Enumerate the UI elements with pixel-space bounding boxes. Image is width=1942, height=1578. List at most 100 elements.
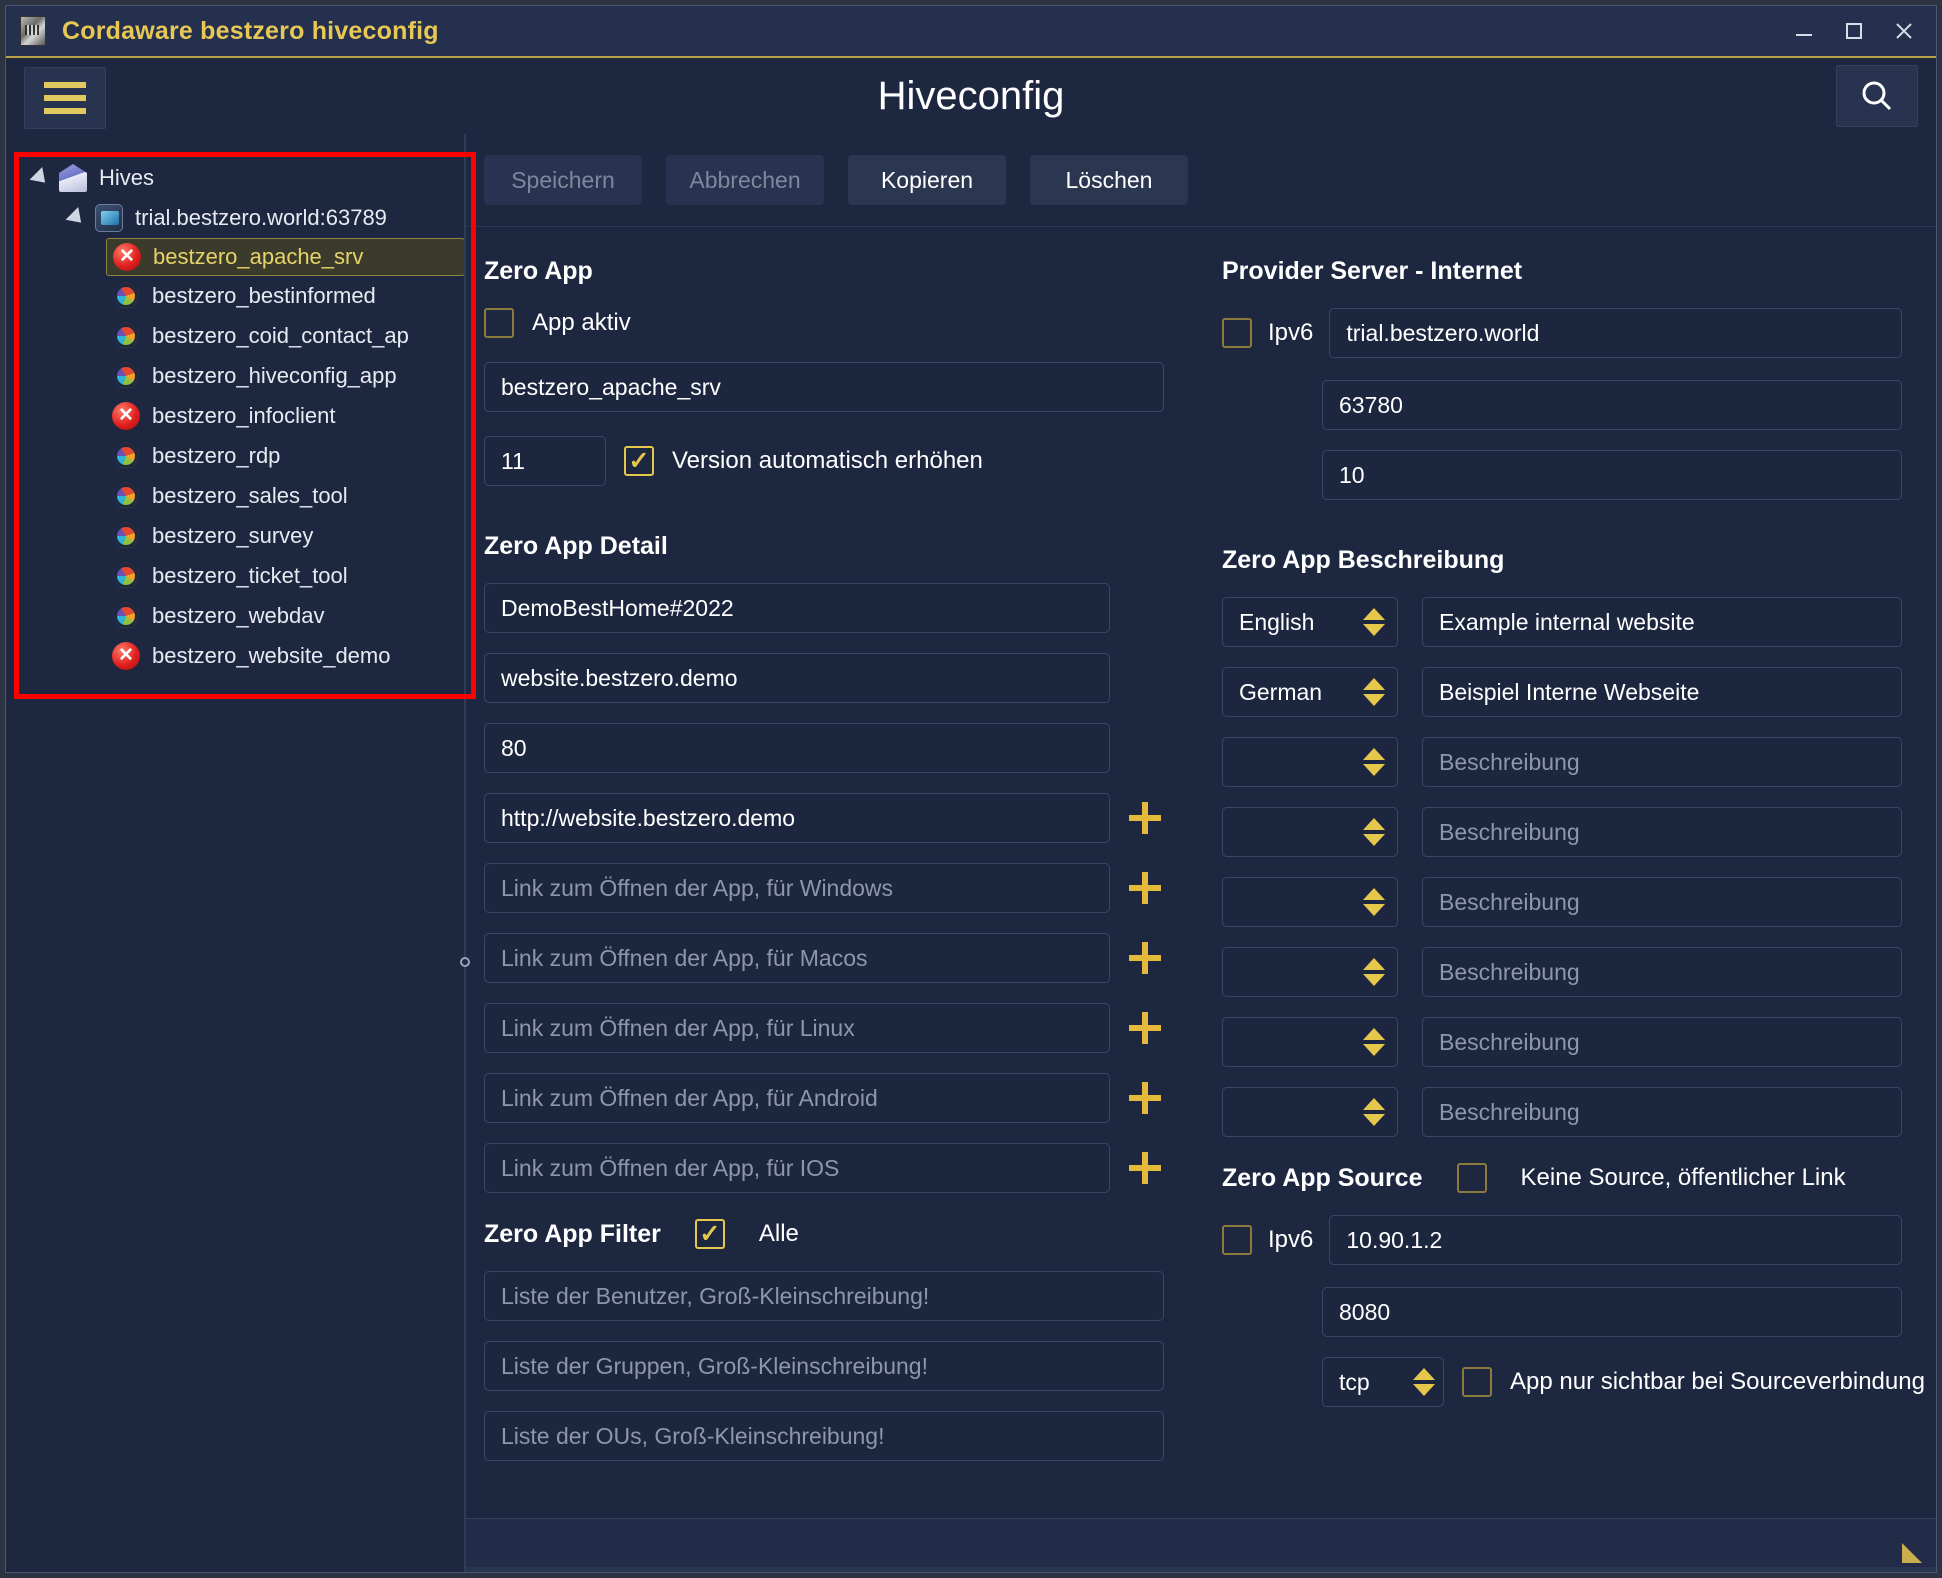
language-dropdown[interactable]: [1222, 737, 1398, 787]
detail-field-input[interactable]: [484, 1143, 1110, 1193]
detail-field-input[interactable]: [484, 653, 1110, 703]
provider-port-input[interactable]: [1322, 380, 1902, 430]
language-dropdown[interactable]: [1222, 807, 1398, 857]
tree-item[interactable]: bestzero_coid_contact_ap: [28, 316, 465, 356]
app-icon: [20, 16, 46, 46]
tree-item[interactable]: bestzero_hiveconfig_app: [28, 356, 465, 396]
provider-ipv6-checkbox[interactable]: [1222, 318, 1252, 348]
tree-item[interactable]: bestzero_webdav: [28, 596, 465, 636]
cancel-button[interactable]: Abbrechen: [666, 155, 824, 205]
description-input[interactable]: [1422, 947, 1902, 997]
language-dropdown[interactable]: [1222, 1017, 1398, 1067]
add-link-plus-icon[interactable]: [1126, 939, 1164, 977]
tree-item[interactable]: bestzero_apache_srv: [106, 238, 465, 276]
provider-host-input[interactable]: [1329, 308, 1902, 358]
add-link-plus-icon[interactable]: [1126, 869, 1164, 907]
language-dropdown[interactable]: [1222, 947, 1398, 997]
app-active-row: App aktiv: [484, 308, 1164, 338]
detail-field-input[interactable]: [484, 933, 1110, 983]
spinner-arrows-icon[interactable]: [1363, 958, 1385, 986]
detail-field-row: [484, 863, 1164, 913]
source-ipv6-checkbox[interactable]: [1222, 1225, 1252, 1255]
description-row: [1222, 1087, 1902, 1137]
language-dropdown[interactable]: English: [1222, 597, 1398, 647]
spinner-arrows-icon[interactable]: [1363, 818, 1385, 846]
delete-button[interactable]: Löschen: [1030, 155, 1188, 205]
language-dropdown[interactable]: [1222, 1087, 1398, 1137]
content-area: Speichern Abbrechen Kopieren Löschen Zer…: [466, 134, 1936, 1572]
detail-field-row: [484, 1143, 1164, 1193]
expander-triangle-icon[interactable]: [65, 207, 88, 229]
resize-grip-icon[interactable]: [1902, 1543, 1922, 1563]
spinner-arrows-icon[interactable]: [1363, 1098, 1385, 1126]
zero-app-detail-heading: Zero App Detail: [484, 532, 668, 560]
source-protocol-dropdown[interactable]: tcp: [1322, 1357, 1444, 1407]
left-column: Zero App App aktiv Version automatisch e…: [484, 257, 1164, 1518]
tree-item[interactable]: bestzero_survey: [28, 516, 465, 556]
description-input[interactable]: [1422, 597, 1902, 647]
provider-ipv6-label: Ipv6: [1268, 319, 1314, 346]
auto-version-checkbox[interactable]: [624, 446, 654, 476]
tree-item[interactable]: bestzero_sales_tool: [28, 476, 465, 516]
detail-field-input[interactable]: [484, 723, 1110, 773]
description-input[interactable]: [1422, 807, 1902, 857]
visible-only-checkbox[interactable]: [1462, 1367, 1492, 1397]
hamburger-icon[interactable]: [24, 67, 106, 129]
spinner-arrows-icon[interactable]: [1413, 1368, 1435, 1396]
app-active-checkbox[interactable]: [484, 308, 514, 338]
no-source-checkbox[interactable]: [1456, 1163, 1487, 1193]
expander-triangle-icon[interactable]: [29, 167, 52, 189]
description-input[interactable]: [1422, 1087, 1902, 1137]
add-link-plus-icon[interactable]: [1126, 799, 1164, 837]
tree-item[interactable]: Hives: [28, 158, 465, 198]
search-icon[interactable]: [1836, 65, 1918, 127]
zero-app-filter-header: Zero App Filter Alle: [484, 1219, 1164, 1249]
detail-field-input[interactable]: [484, 1073, 1110, 1123]
spinner-arrows-icon[interactable]: [1363, 608, 1385, 636]
app-version-input[interactable]: [484, 436, 606, 486]
description-input[interactable]: [1422, 877, 1902, 927]
filter-users-input[interactable]: [484, 1271, 1164, 1321]
app-icon: [113, 322, 139, 348]
description-input[interactable]: [1422, 737, 1902, 787]
filter-groups-input[interactable]: [484, 1341, 1164, 1391]
save-button[interactable]: Speichern: [484, 155, 642, 205]
language-dropdown[interactable]: [1222, 877, 1398, 927]
detail-field-input[interactable]: [484, 863, 1110, 913]
detail-field-input[interactable]: [484, 793, 1110, 843]
add-link-plus-icon[interactable]: [1126, 1149, 1164, 1187]
description-input[interactable]: [1422, 667, 1902, 717]
tree-item-label: bestzero_ticket_tool: [152, 563, 348, 588]
add-link-plus-icon[interactable]: [1126, 1079, 1164, 1117]
minimize-icon[interactable]: [1792, 19, 1816, 43]
language-dropdown[interactable]: German: [1222, 667, 1398, 717]
spinner-arrows-icon[interactable]: [1363, 1028, 1385, 1056]
spinner-arrows-icon[interactable]: [1363, 678, 1385, 706]
copy-button[interactable]: Kopieren: [848, 155, 1006, 205]
tree-item[interactable]: bestzero_ticket_tool: [28, 556, 465, 596]
tree-item-label: bestzero_hiveconfig_app: [152, 363, 397, 388]
maximize-icon[interactable]: [1842, 19, 1866, 43]
app-name-input[interactable]: [484, 362, 1164, 412]
detail-field-input[interactable]: [484, 583, 1110, 633]
filter-all-checkbox[interactable]: [694, 1219, 725, 1249]
description-input[interactable]: [1422, 1017, 1902, 1067]
tree-item[interactable]: trial.bestzero.world:63789: [28, 198, 465, 238]
spinner-arrows-icon[interactable]: [1363, 748, 1385, 776]
horizontal-scrollbar[interactable]: [466, 1567, 1936, 1572]
filter-ous-input[interactable]: [484, 1411, 1164, 1461]
tree-item[interactable]: bestzero_infoclient: [28, 396, 465, 436]
spinner-arrows-icon[interactable]: [1363, 888, 1385, 916]
tree-item-label: bestzero_webdav: [152, 603, 325, 628]
detail-field-input[interactable]: [484, 1003, 1110, 1053]
tree-item[interactable]: bestzero_rdp: [28, 436, 465, 476]
tree-item[interactable]: bestzero_website_demo: [28, 636, 465, 676]
provider-timeout-input[interactable]: [1322, 450, 1902, 500]
hive-tree[interactable]: Hives trial.bestzero.world:63789 bestzero_…: [6, 148, 465, 676]
add-link-plus-icon[interactable]: [1126, 1009, 1164, 1047]
source-host-input[interactable]: [1329, 1215, 1902, 1265]
tree-item[interactable]: bestzero_bestinformed: [28, 276, 465, 316]
close-icon[interactable]: [1892, 19, 1916, 43]
app-icon: [113, 602, 139, 628]
source-port-input[interactable]: [1322, 1287, 1902, 1337]
